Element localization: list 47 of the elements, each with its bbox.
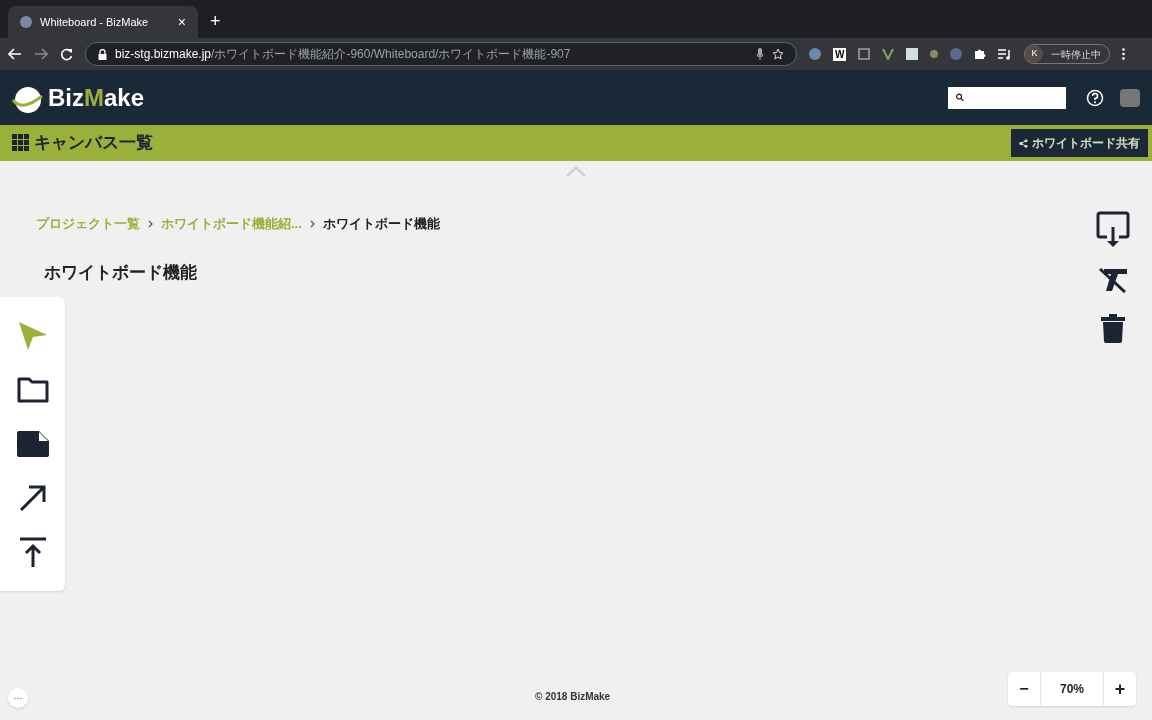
puzzle-icon[interactable] <box>974 48 987 60</box>
star-icon[interactable] <box>772 48 784 60</box>
clear-format-icon[interactable] <box>1098 267 1128 293</box>
browser-tab[interactable]: Whiteboard - BizMake × <box>8 6 198 38</box>
breadcrumb-current: ホワイトボード機能 <box>322 215 440 233</box>
upload-icon <box>19 537 46 567</box>
microphone-icon[interactable] <box>756 48 764 60</box>
search-field[interactable] <box>948 86 1066 109</box>
copyright-text: © 2018 BizMake <box>535 690 611 704</box>
playlist-icon[interactable] <box>998 48 1013 60</box>
user-avatar[interactable] <box>1120 88 1140 107</box>
tab-title: Whiteboard - BizMake <box>40 14 150 30</box>
reload-icon[interactable] <box>60 47 73 61</box>
lock-icon <box>98 48 107 60</box>
diagonal-arrow-icon <box>18 484 47 512</box>
logo-text: BizMake <box>48 82 145 113</box>
note-icon <box>16 431 49 457</box>
share-whiteboard-button[interactable]: ホワイトボード共有 <box>1011 129 1148 157</box>
help-icon[interactable] <box>1086 88 1104 107</box>
grid-icon[interactable] <box>12 134 30 152</box>
search-icon <box>956 91 964 104</box>
zoom-level: 70% <box>1040 672 1104 706</box>
profile-avatar: K <box>1025 45 1044 63</box>
zoom-out-button[interactable]: − <box>1008 672 1040 706</box>
chevron-right-icon <box>309 219 315 228</box>
pointer-icon <box>17 321 48 351</box>
new-tab-button[interactable]: + <box>210 12 221 30</box>
zoom-in-button[interactable]: + <box>1104 672 1136 706</box>
extension-icon[interactable] <box>882 48 895 60</box>
trash-icon[interactable] <box>1101 313 1125 343</box>
address-bar[interactable]: biz-stg.bizmake.jp/ホワイトボード機能紹介-960/Whiteboard/ホワイトボード機能-907 <box>85 42 797 66</box>
forward-icon[interactable] <box>34 48 48 60</box>
close-tab-button[interactable]: × <box>177 15 186 29</box>
back-icon[interactable] <box>8 48 22 60</box>
share-icon <box>1019 138 1028 148</box>
extension-icon[interactable]: W <box>833 47 847 61</box>
chevron-right-icon <box>148 219 153 228</box>
url-text: biz-stg.bizmake.jp/ホワイトボード機能紹介-960/Whiteboard/ホワイトボード機能-907 <box>115 46 572 63</box>
canvas-list-title[interactable]: キャンバス一覧 <box>34 130 153 156</box>
more-icon[interactable] <box>1122 48 1126 60</box>
favicon-icon <box>20 16 32 28</box>
extension-icon[interactable] <box>906 48 919 60</box>
download-screen-icon[interactable] <box>1096 211 1130 247</box>
folder-icon <box>16 377 49 403</box>
profile-status: 一時停止中 <box>1051 47 1102 62</box>
more-button[interactable]: ··· <box>8 688 28 708</box>
page-title: ホワイトボード機能 <box>44 261 197 284</box>
